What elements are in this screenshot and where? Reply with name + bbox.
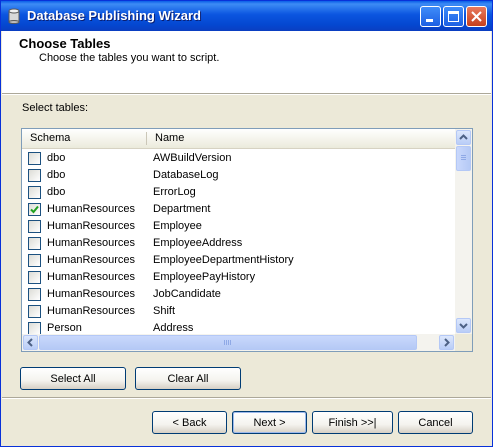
scroll-right-button[interactable] (439, 335, 454, 350)
database-icon (7, 8, 21, 24)
name-cell: EmployeePayHistory (153, 271, 256, 283)
thumb-grip (228, 340, 229, 345)
cancel-button[interactable]: Cancel (398, 411, 473, 434)
table-row[interactable]: HumanResources EmployeeDepartmentHistory (22, 252, 455, 269)
schema-cell: HumanResources (47, 271, 136, 283)
next-button[interactable]: Next > (232, 411, 307, 434)
vertical-scroll-thumb[interactable] (456, 146, 471, 171)
name-cell: AWBuildVersion (153, 152, 232, 164)
schema-cell: HumanResources (47, 288, 136, 300)
name-cell: EmployeeAddress (153, 237, 243, 249)
select-all-button[interactable]: Select All (20, 367, 126, 390)
schema-cell: HumanResources (47, 254, 136, 266)
name-cell: EmployeeDepartmentHistory (153, 254, 294, 266)
row-checkbox[interactable] (28, 169, 41, 182)
table-row[interactable]: HumanResources Employee (22, 218, 455, 235)
finish-button[interactable]: Finish >>| (312, 411, 393, 434)
name-cell: ErrorLog (153, 186, 196, 198)
thumb-grip (461, 157, 466, 158)
scroll-down-button[interactable] (456, 318, 471, 333)
table-row[interactable]: dbo DatabaseLog (22, 167, 455, 184)
thumb-grip (461, 159, 466, 160)
column-header: Schema Name (22, 129, 455, 149)
chevron-down-icon (459, 323, 468, 329)
row-checkbox[interactable] (28, 305, 41, 318)
horizontal-scroll-thumb[interactable] (39, 335, 417, 350)
name-cell: Employee (153, 220, 202, 232)
horizontal-scrollbar[interactable] (22, 334, 455, 351)
title-bar[interactable]: Database Publishing Wizard (1, 1, 492, 31)
chevron-right-icon (444, 338, 450, 347)
thumb-grip (230, 340, 231, 345)
name-cell: JobCandidate (153, 288, 221, 300)
chevron-up-icon (459, 134, 468, 140)
maximize-button[interactable] (443, 6, 464, 27)
schema-cell: HumanResources (47, 305, 136, 317)
row-checkbox[interactable] (28, 254, 41, 267)
row-checkbox[interactable] (28, 237, 41, 250)
schema-cell: HumanResources (47, 237, 136, 249)
name-cell: Department (153, 203, 211, 215)
row-checkbox[interactable] (28, 152, 41, 165)
minimize-button[interactable] (420, 6, 441, 27)
header-divider (2, 93, 491, 95)
vertical-scrollbar[interactable] (455, 129, 472, 334)
thumb-grip (461, 155, 466, 156)
column-divider[interactable] (146, 132, 147, 145)
table-row[interactable]: HumanResources EmployeePayHistory (22, 269, 455, 286)
row-checkbox[interactable] (28, 186, 41, 199)
select-tables-label: Select tables: (22, 102, 89, 114)
page-title: Choose Tables (19, 36, 111, 51)
footer-divider (2, 397, 491, 399)
row-checkbox[interactable] (28, 288, 41, 301)
close-icon (471, 11, 482, 22)
clear-all-button[interactable]: Clear All (135, 367, 241, 390)
row-checkbox[interactable] (28, 271, 41, 284)
row-checkbox[interactable] (28, 203, 41, 216)
name-cell: DatabaseLog (153, 169, 219, 181)
name-cell: Shift (153, 305, 176, 317)
scrollbar-corner (455, 334, 472, 351)
thumb-grip (224, 340, 225, 345)
wizard-window: Database Publishing Wizard Choose Tables… (0, 0, 493, 447)
chevron-left-icon (27, 338, 33, 347)
schema-cell: dbo (47, 186, 66, 198)
page-subtitle: Choose the tables you want to script. (39, 52, 220, 64)
schema-cell: Person (47, 322, 82, 334)
table-row[interactable]: dbo AWBuildVersion (22, 150, 455, 167)
back-button[interactable]: < Back (152, 411, 227, 434)
close-button[interactable] (466, 6, 487, 27)
checkmark-icon (30, 205, 39, 214)
maximize-icon (448, 11, 459, 22)
table-row[interactable]: HumanResources EmployeeAddress (22, 235, 455, 252)
wizard-header: Choose Tables Choose the tables you want… (2, 31, 491, 93)
name-cell: Address (153, 322, 194, 334)
thumb-grip (226, 340, 227, 345)
schema-cell: dbo (47, 169, 66, 181)
schema-cell: HumanResources (47, 203, 136, 215)
row-checkbox[interactable] (28, 220, 41, 233)
table-row[interactable]: HumanResources JobCandidate (22, 286, 455, 303)
column-schema[interactable]: Schema (30, 132, 70, 144)
column-name[interactable]: Name (155, 132, 184, 144)
table-row[interactable]: HumanResources Department (22, 201, 455, 218)
table-row[interactable]: dbo ErrorLog (22, 184, 455, 201)
window-title: Database Publishing Wizard (27, 8, 201, 23)
scroll-left-button[interactable] (23, 335, 38, 350)
scroll-up-button[interactable] (456, 130, 471, 145)
minimize-icon (426, 19, 433, 22)
schema-cell: HumanResources (47, 220, 136, 232)
table-row[interactable]: HumanResources Shift (22, 303, 455, 320)
tables-list[interactable]: Schema Name dbo AWBuildVersion dbo Database… (21, 128, 473, 352)
schema-cell: dbo (47, 152, 66, 164)
